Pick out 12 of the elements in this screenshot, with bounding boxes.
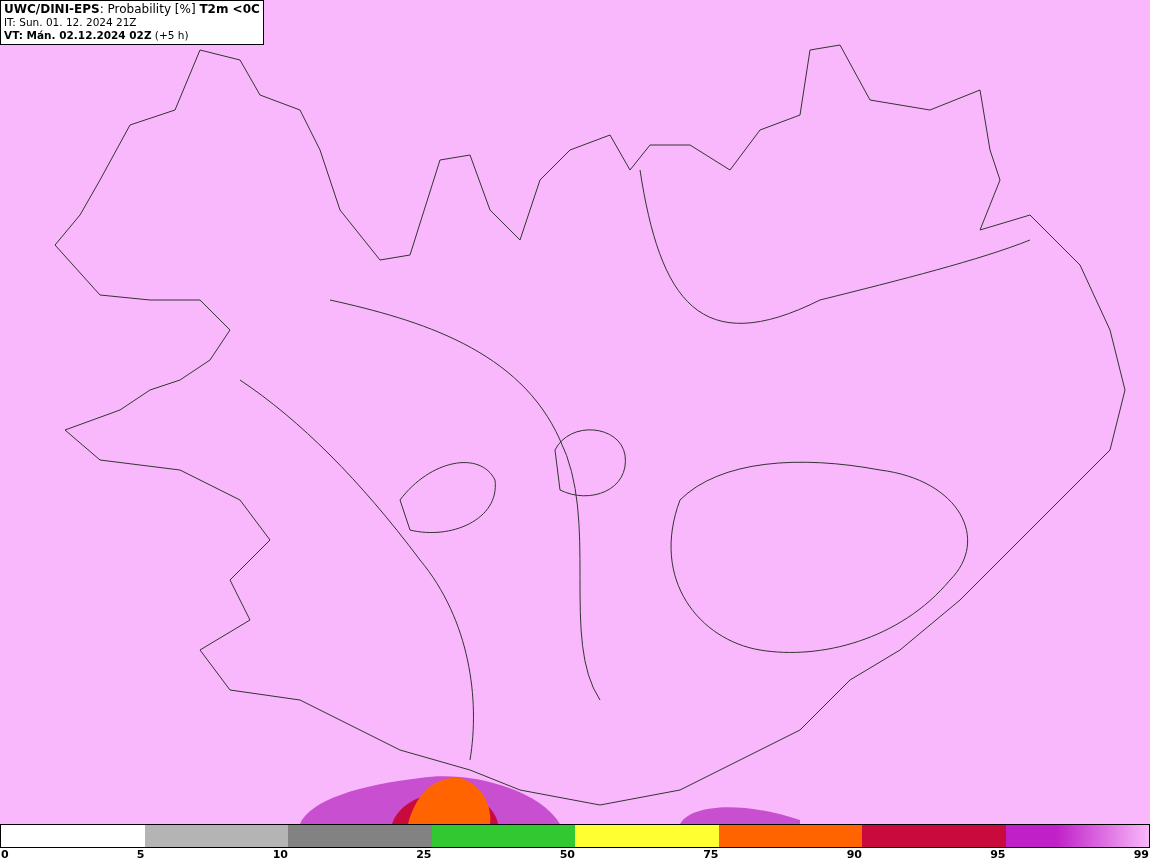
map-info-line: VT: Mán. 02.12.2024 02Z (+5 h) <box>4 29 190 42</box>
legend-tick-label: 99 <box>1133 848 1149 862</box>
legend-tick-label: 10 <box>272 848 288 862</box>
legend-tick-label: 0 <box>1 848 9 862</box>
legend-tick-label: 50 <box>559 848 575 862</box>
legend-tick-label: 95 <box>990 848 1006 862</box>
map-info-line: UWC/DINI-EPS: Probability [%] T2m <0C <box>4 3 260 16</box>
legend-tick-label: 75 <box>703 848 719 862</box>
legend-tick-label: 90 <box>846 848 862 862</box>
legend-tick-label: 5 <box>136 848 145 862</box>
legend-tick-label: 25 <box>416 848 432 862</box>
map-info-line: IT: Sun. 01. 12. 2024 21Z <box>4 16 138 29</box>
